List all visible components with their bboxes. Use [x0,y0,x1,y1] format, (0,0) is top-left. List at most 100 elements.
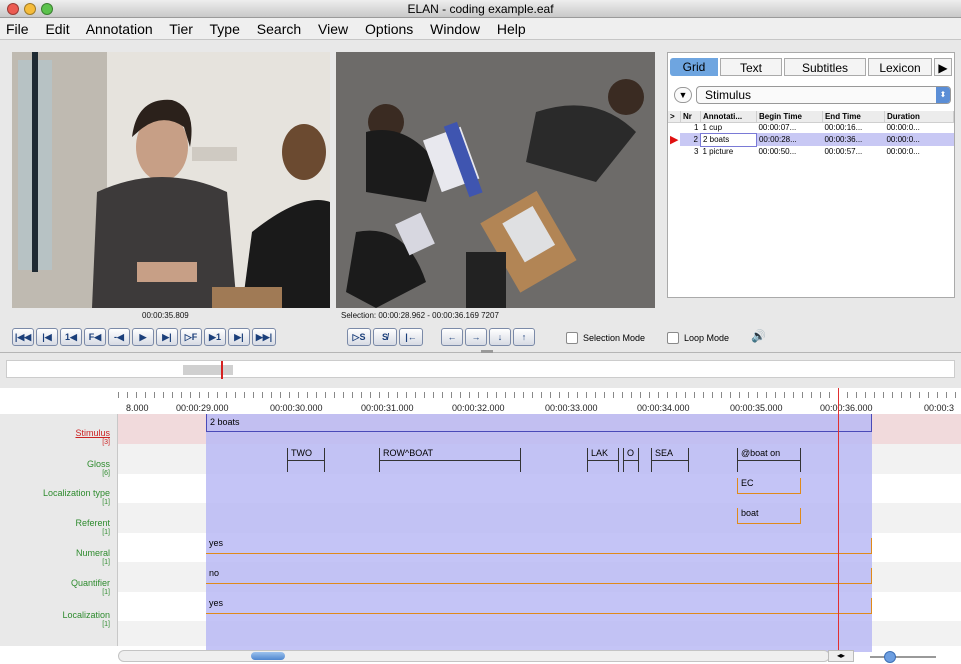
annotation-localization[interactable]: yes [206,598,872,614]
menu-view[interactable]: View [318,21,348,37]
move-right-button[interactable]: → [465,328,487,346]
col-begin-time[interactable]: Begin Time [756,111,823,123]
table-row[interactable]: 1 1 cup 00:00:07... 00:00:16... 00:00:0.… [668,122,954,133]
play-button[interactable]: ▶ [132,328,154,346]
menu-search[interactable]: Search [257,21,301,37]
overview-visible-range[interactable] [183,365,233,375]
zoom-slider[interactable] [870,651,936,663]
table-row[interactable]: 3 1 picture 00:00:50... 00:00:57... 00:0… [668,146,954,157]
tier-label-quantifier[interactable]: Quantifier [1] [0,578,118,598]
volume-icon[interactable]: 🔊 [751,329,766,343]
ruler-ticks [118,392,961,398]
annotation-numeral[interactable]: yes [206,538,872,554]
play-selection-button[interactable]: ▷S [347,328,371,346]
cell-end: 00:00:36... [824,135,863,144]
move-left-button[interactable]: ← [441,328,463,346]
step-back-button[interactable]: -◀ [108,328,130,346]
col-end-time[interactable]: End Time [822,111,885,123]
horizontal-scrollbar[interactable] [118,650,830,662]
tier-name: Numeral [75,548,110,558]
tab-subtitles[interactable]: Subtitles [784,58,866,76]
selection-mode-checkbox[interactable] [566,332,578,344]
tier-label-numeral[interactable]: Numeral [1] [0,548,118,568]
ruler-label: 00:00:33.000 [545,403,598,413]
go-to-begin-button[interactable]: |◀◀ [12,328,34,346]
annotation-gloss[interactable]: O [623,448,639,472]
tier-label-referent[interactable]: Referent [1] [0,518,118,538]
time-ruler[interactable]: 8.000 00:00:29.000 00:00:30.000 00:00:31… [118,388,961,414]
annotation-gloss[interactable]: ROW^BOAT [379,448,521,472]
tier-label-localization-type[interactable]: Localization type [1] [0,488,118,508]
menu-type[interactable]: Type [210,21,240,37]
next-second-button[interactable]: ▶1 [204,328,226,346]
next-f-button[interactable]: ▷F [180,328,202,346]
menu-edit[interactable]: Edit [45,21,69,37]
previous-second-button[interactable]: 1◀ [60,328,82,346]
tier-select-dropdown[interactable]: Stimulus ⬍ [696,86,951,104]
cell-nr: 2 [693,135,698,144]
divider-grip-icon[interactable] [481,350,493,353]
table-row-selected[interactable]: ▶ 2 2 boats 00:00:28... 00:00:36... 00:0… [668,132,954,147]
next-frame-button[interactable]: ▶| [228,328,250,346]
tab-grid[interactable]: Grid [670,58,718,76]
go-to-end-button[interactable]: ▶▶| [252,328,276,346]
tier-select-value: Stimulus [705,88,752,102]
video-viewer-front[interactable] [12,52,330,308]
annotation-referent[interactable]: boat [737,508,801,524]
dropdown-arrows-icon: ⬍ [936,87,950,103]
col-annotation[interactable]: Annotati... [700,111,757,123]
annotation-text: yes [209,598,224,608]
menu-help[interactable]: Help [497,21,526,37]
ruler-label: 00:00:31.000 [361,403,414,413]
annotation-text: 2 boats [210,417,240,427]
previous-f-button[interactable]: F◀ [84,328,106,346]
scrollbar-thumb[interactable] [251,652,285,660]
menu-options[interactable]: Options [365,21,413,37]
col-nr[interactable]: Nr [680,111,701,123]
zoom-slider-handle[interactable] [884,651,896,663]
annotation-gloss[interactable]: LAK [587,448,619,472]
col-duration[interactable]: Duration [884,111,955,123]
menu-tier[interactable]: Tier [169,21,193,37]
tier-name: Localization [62,610,110,620]
scroll-arrows-icon[interactable]: ◂▸ [828,650,854,662]
move-down-button[interactable]: ↓ [489,328,511,346]
col-marker[interactable]: > [668,111,681,123]
menu-annotation[interactable]: Annotation [86,21,153,37]
move-up-button[interactable]: ↑ [513,328,535,346]
tab-text[interactable]: Text [720,58,782,76]
annotation-text: @boat on [741,448,781,458]
zoom-window-button[interactable] [41,3,53,15]
tier-label-stimulus[interactable]: Stimulus [3] [0,428,118,448]
previous-frame-button[interactable]: |◀ [36,328,58,346]
tier-name: Gloss [86,459,110,469]
menu-window[interactable]: Window [430,21,480,37]
annotation-gloss[interactable]: TWO [287,448,325,472]
ruler-label: 00:00:36.000 [820,403,873,413]
tier-name: Stimulus [75,428,110,438]
tab-more-arrow-icon[interactable]: ▶ [934,58,952,76]
video-viewer-overhead[interactable] [336,52,655,308]
ruler-label: 00:00:35.000 [730,403,783,413]
selection-begin-button[interactable]: |← [399,328,423,346]
overview-playhead[interactable] [221,361,223,379]
loop-mode-checkbox[interactable] [667,332,679,344]
annotation-localization-type[interactable]: EC [737,478,801,494]
close-window-button[interactable] [7,3,19,15]
tier-menu-icon[interactable]: ▼ [674,87,692,103]
tier-label-localization[interactable]: Localization [1] [0,610,118,630]
clear-selection-button[interactable]: S̸ [373,328,397,346]
tier-count: [1] [102,529,110,536]
annotation-gloss[interactable]: SEA [651,448,689,472]
timeline-viewer[interactable]: 8.000 00:00:29.000 00:00:30.000 00:00:31… [0,388,961,664]
annotation-gloss[interactable]: @boat on [737,448,801,472]
step-forward-button[interactable]: ▶| [156,328,178,346]
minimize-window-button[interactable] [24,3,36,15]
annotation-quantifier[interactable]: no [206,568,872,584]
menu-file[interactable]: File [6,21,29,37]
playhead-cursor[interactable] [838,388,839,652]
tab-lexicon[interactable]: Lexicon [868,58,932,76]
tier-label-gloss[interactable]: Gloss [6] [0,459,118,479]
annotation-stimulus[interactable]: 2 boats [206,414,872,432]
overview-timeline[interactable] [6,360,955,379]
